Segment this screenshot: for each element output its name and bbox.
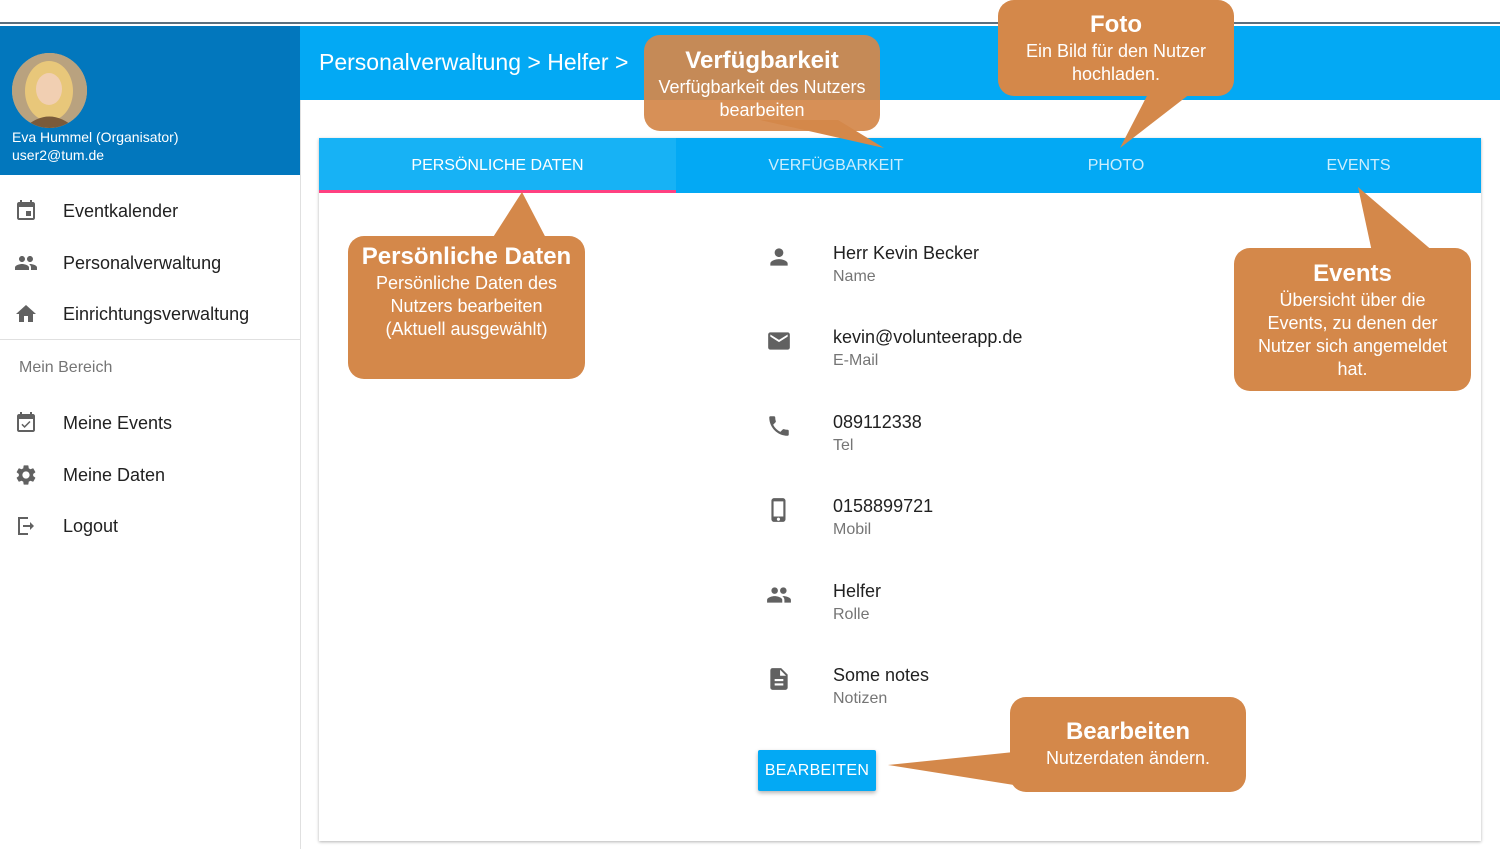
callout-body: Persönliche Daten des Nutzers bearbeiten… (375, 273, 558, 339)
nav-label: Meine Events (63, 412, 173, 433)
callout-title: Foto (1090, 11, 1142, 38)
logout-icon (18, 517, 34, 535)
gear-icon (16, 465, 36, 485)
field-value: Herr Kevin Becker (833, 243, 980, 263)
callout-body: Übersicht über die Events, zu denen der … (1257, 290, 1448, 379)
callout-body: Nutzerdaten ändern. (1045, 748, 1211, 768)
field-label: Notizen (833, 690, 888, 707)
field-tel: 089112338 Tel (766, 409, 1266, 469)
document-icon (770, 668, 788, 690)
field-mobil: 0158899721 Mobil (766, 493, 1266, 553)
nav-item-logout[interactable]: Logout (0, 502, 300, 550)
tab-verfuegbarkeit[interactable]: VERFÜGBARKEIT (676, 138, 996, 193)
nav-label: Personalverwaltung (63, 252, 222, 273)
callout-body: Ein Bild für den Nutzer hochladen. (1025, 41, 1207, 84)
mail-icon (768, 332, 790, 350)
field-label: Name (833, 268, 876, 285)
callout-verfuegbarkeit: Verfügbarkeit Verfügbarkeit des Nutzers … (644, 35, 880, 131)
mobile-icon (771, 498, 786, 522)
profile-panel: Eva Hummel (Organisator) user2@tum.de (0, 26, 300, 175)
tab-persoenliche-daten[interactable]: PERSÖNLICHE DATEN (319, 138, 676, 193)
nav-item-meine-daten[interactable]: Meine Daten (0, 451, 300, 499)
edit-button[interactable]: BEARBEITEN (758, 750, 876, 791)
callout-title: Events (1313, 260, 1392, 287)
home-icon (16, 305, 36, 322)
person-icon (770, 248, 788, 266)
nav-item-personalverwaltung[interactable]: Personalverwaltung (0, 239, 300, 287)
field-value: Helfer (833, 581, 882, 601)
field-label: Mobil (833, 521, 872, 538)
nav-item-meine-events[interactable]: Meine Events (0, 399, 300, 447)
tab-events[interactable]: EVENTS (1236, 138, 1481, 193)
field-rolle: Helfer Rolle (766, 578, 1266, 638)
field-value: 089112338 (833, 412, 922, 432)
people-icon (15, 256, 37, 270)
app-header: Personalverwaltung > Helfer > (300, 26, 1500, 100)
field-value: 0158899721 (833, 496, 934, 516)
nav-item-eventkalender[interactable]: Eventkalender (0, 187, 300, 235)
callout-title: Verfügbarkeit (685, 47, 839, 74)
field-email: kevin@volunteerapp.de E-Mail (766, 324, 1266, 384)
sidebar: Eva Hummel (Organisator) user2@tum.de Ev… (0, 26, 301, 849)
nav-label: Eventkalender (63, 200, 179, 221)
avatar[interactable] (12, 53, 87, 128)
nav-item-einrichtungsverwaltung[interactable]: Einrichtungsverwaltung (0, 290, 300, 338)
active-tab-indicator (319, 190, 676, 193)
field-value: Some notes (833, 665, 930, 685)
phone-icon (769, 416, 789, 436)
field-label: Rolle (833, 606, 870, 623)
field-name: Herr Kevin Becker Name (766, 240, 1266, 300)
callout-body: Verfügbarkeit des Nutzers bearbeiten (658, 77, 866, 120)
window-top-bar (0, 0, 1500, 24)
callout-events: Events Übersicht über die Events, zu den… (1234, 248, 1471, 391)
section-label-mein-bereich: Mein Bereich (19, 359, 113, 376)
breadcrumb[interactable]: Personalverwaltung > Helfer > (319, 49, 628, 76)
field-value: kevin@volunteerapp.de (833, 327, 1023, 347)
nav-label: Logout (63, 515, 119, 536)
callout-title: Persönliche Daten (361, 243, 572, 270)
callout-foto: Foto Ein Bild für den Nutzer hochladen. (998, 0, 1234, 96)
tab-bar: PERSÖNLICHE DATEN VERFÜGBARKEIT PHOTO EV… (319, 138, 1481, 193)
people-icon (767, 587, 791, 603)
nav-label: Meine Daten (63, 464, 166, 485)
calendar-check-icon (17, 412, 35, 432)
user-email: user2@tum.de (12, 147, 105, 163)
callout-title: Bearbeiten (1065, 718, 1191, 745)
callout-persoenliche-daten: Persönliche Daten Persönliche Daten des … (348, 236, 585, 379)
nav-label: Einrichtungsverwaltung (63, 303, 250, 324)
calendar-icon (17, 200, 35, 220)
field-label: Tel (833, 437, 854, 454)
nav-divider (0, 339, 300, 340)
callout-bearbeiten: Bearbeiten Nutzerdaten ändern. (1010, 697, 1246, 792)
field-label: E-Mail (833, 352, 879, 369)
user-name: Eva Hummel (Organisator) (12, 129, 179, 145)
tab-photo[interactable]: PHOTO (996, 138, 1236, 193)
